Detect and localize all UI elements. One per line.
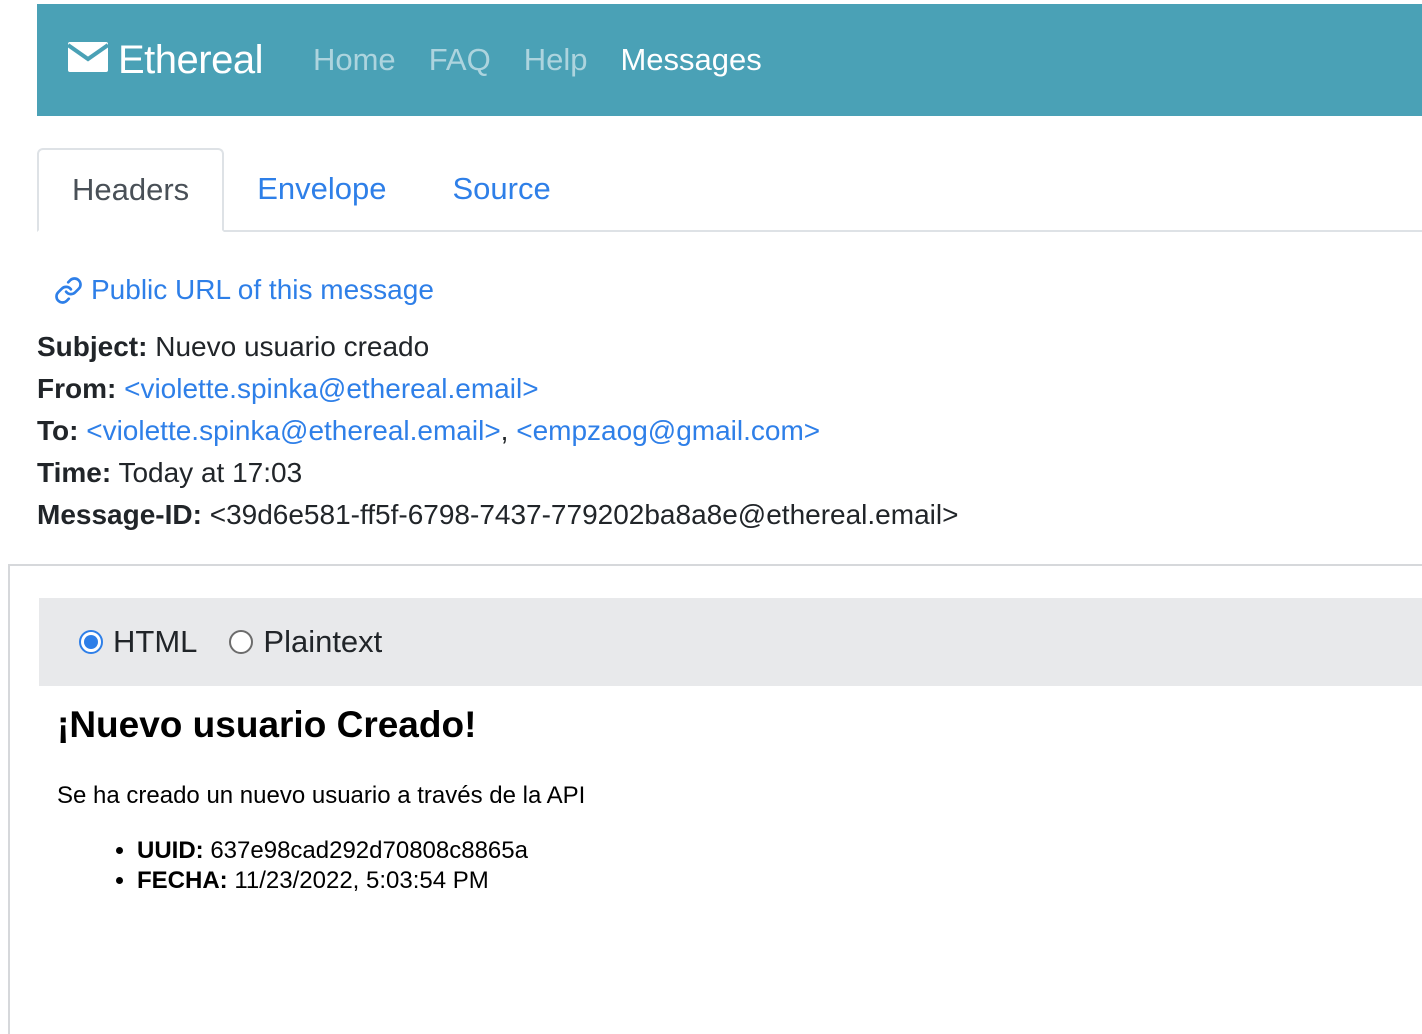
format-toggle-bar: HTML Plaintext — [39, 598, 1422, 686]
email-body: ¡Nuevo usuario Creado! Se ha creado un n… — [57, 704, 585, 896]
nav-link-help[interactable]: Help — [524, 42, 588, 78]
radio-plaintext-button[interactable] — [229, 630, 254, 654]
tab-envelope[interactable]: Envelope — [224, 148, 419, 230]
message-id-label: Message-ID: — [37, 499, 202, 530]
time-row: Time: Today at 17:03 — [37, 452, 958, 494]
nav-link-home[interactable]: Home — [313, 42, 396, 78]
to-label: To: — [37, 415, 79, 446]
message-headers: Subject: Nuevo usuario creado From: <vio… — [37, 326, 958, 536]
to-address-link[interactable]: <violette.spinka@ethereal.email> — [86, 415, 500, 446]
public-url-link[interactable]: Public URL of this message — [54, 274, 434, 306]
from-row: From: <violette.spinka@ethereal.email> — [37, 368, 958, 410]
subject-row: Subject: Nuevo usuario creado — [37, 326, 958, 368]
radio-html[interactable]: HTML — [79, 624, 197, 660]
to-row: To: <violette.spinka@ethereal.email>, <e… — [37, 410, 958, 452]
message-id-row: Message-ID: <39d6e581-ff5f-6798-7437-779… — [37, 494, 958, 536]
list-item: UUID: 637e98cad292d70808c8865a — [137, 836, 585, 866]
tab-source[interactable]: Source — [419, 148, 583, 230]
radio-plaintext[interactable]: Plaintext — [229, 624, 382, 660]
uuid-value: 637e98cad292d70808c8865a — [210, 837, 528, 864]
radio-plaintext-label[interactable]: Plaintext — [263, 624, 382, 660]
message-viewer: HTML Plaintext ¡Nuevo usuario Creado! Se… — [8, 564, 1422, 1034]
public-url-label: Public URL of this message — [91, 274, 434, 305]
fecha-value: 11/23/2022, 5:03:54 PM — [234, 867, 489, 894]
nav-links: Home FAQ Help Messages — [313, 42, 795, 78]
list-item: FECHA: 11/23/2022, 5:03:54 PM — [137, 866, 585, 896]
email-title: ¡Nuevo usuario Creado! — [57, 704, 477, 745]
brand-name: Ethereal — [118, 37, 263, 82]
from-label: From: — [37, 373, 117, 404]
uuid-label: UUID: — [137, 837, 204, 864]
top-navbar: Ethereal Home FAQ Help Messages — [37, 4, 1422, 116]
subject-value: Nuevo usuario creado — [155, 331, 430, 362]
tab-headers[interactable]: Headers — [37, 148, 225, 232]
radio-html-label[interactable]: HTML — [113, 624, 197, 660]
subject-label: Subject: — [37, 331, 148, 362]
message-tabs: Headers Envelope Source — [37, 148, 1422, 232]
to-separator: , — [500, 415, 509, 446]
to-address-link[interactable]: <empzaog@gmail.com> — [516, 415, 820, 446]
from-address-link[interactable]: <violette.spinka@ethereal.email> — [124, 373, 538, 404]
nav-link-faq[interactable]: FAQ — [429, 42, 491, 78]
brand-logo[interactable]: Ethereal — [68, 38, 263, 83]
radio-html-button[interactable] — [79, 630, 103, 654]
fecha-label: FECHA: — [137, 867, 228, 894]
message-id-value: <39d6e581-ff5f-6798-7437-779202ba8a8e@et… — [209, 499, 959, 530]
time-value: Today at 17:03 — [118, 457, 303, 488]
email-text: Se ha creado un nuevo usuario a través d… — [57, 782, 586, 809]
envelope-icon — [68, 42, 108, 72]
link-icon — [55, 276, 82, 304]
time-label: Time: — [37, 457, 112, 488]
nav-link-messages[interactable]: Messages — [620, 42, 761, 78]
email-details-list: UUID: 637e98cad292d70808c8865a FECHA: 11… — [57, 836, 585, 896]
